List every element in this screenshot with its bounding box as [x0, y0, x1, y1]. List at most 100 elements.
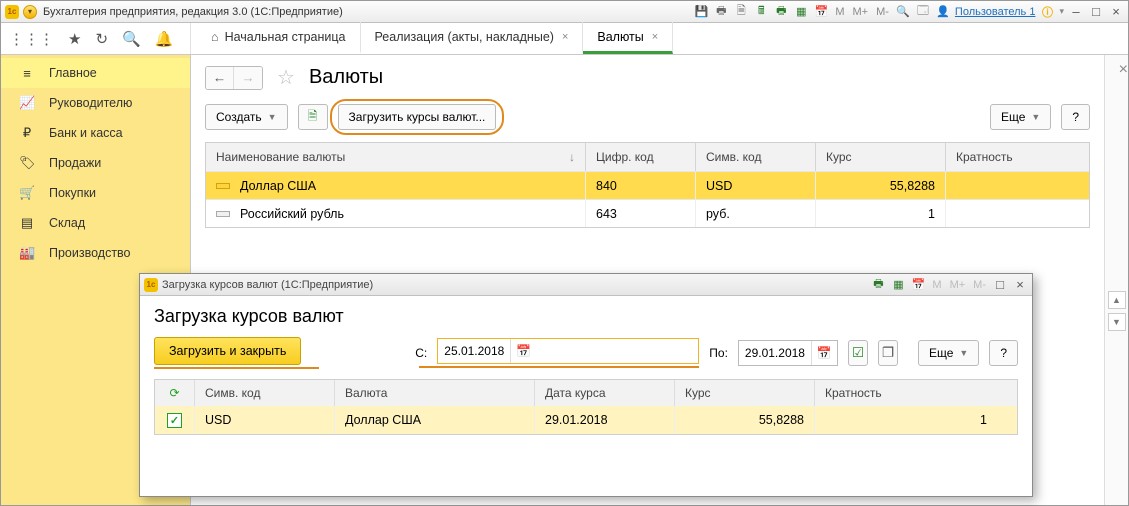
tab-home[interactable]: ⌂ Начальная страница: [197, 22, 361, 54]
doc-icon[interactable]: 🗎: [733, 4, 749, 20]
user-icon: 👤: [935, 4, 951, 20]
memory-m[interactable]: M: [833, 6, 846, 18]
dcell-cur: Доллар США: [335, 406, 535, 434]
copy-button[interactable]: ❐: [878, 340, 898, 366]
home-icon: ⌂: [211, 30, 219, 44]
cell-mult: [946, 200, 1089, 227]
zoom-icon[interactable]: 🔍: [895, 4, 911, 20]
refresh-icon[interactable]: ⟳: [169, 386, 179, 400]
page-close-icon[interactable]: ×: [1119, 61, 1128, 79]
print2-icon[interactable]: 🖶: [773, 4, 789, 20]
cell-numcode: 643: [586, 200, 696, 227]
sidebar-item-label: Руководителю: [49, 96, 132, 110]
col-rate[interactable]: Курс: [816, 143, 946, 171]
dcell-date: 29.01.2018: [535, 406, 675, 434]
dcol-cur[interactable]: Валюта: [335, 380, 535, 406]
menu-dropdown-icon[interactable]: ▾: [23, 5, 37, 19]
col-name[interactable]: Наименование валюты↓: [206, 143, 586, 171]
menu-icon: ≡: [19, 66, 35, 81]
favorite-icon[interactable]: ☆: [277, 65, 295, 90]
sidebar-item-manager[interactable]: 📈 Руководителю: [1, 88, 190, 118]
star-icon[interactable]: ★: [68, 30, 81, 48]
more-button-label: Еще: [1001, 110, 1025, 124]
bell-icon[interactable]: 🔔: [155, 30, 174, 48]
dcol-mult[interactable]: Кратность: [815, 380, 1017, 406]
calendar-icon[interactable]: 📅: [510, 339, 536, 363]
sidebar-item-sales[interactable]: 🏷Продажи: [1, 148, 190, 178]
sidebar-item-label: Склад: [49, 216, 85, 230]
dialog-window-title: Загрузка курсов валют (1С:Предприятие): [162, 279, 373, 291]
sidebar-item-purchases[interactable]: 🛒Покупки: [1, 178, 190, 208]
close-button[interactable]: ×: [1108, 4, 1124, 19]
nav-forward-button[interactable]: →: [234, 67, 262, 89]
sidebar-item-warehouse[interactable]: ▤Склад: [1, 208, 190, 238]
search-icon[interactable]: 🔍: [122, 30, 141, 48]
col-numcode[interactable]: Цифр. код: [586, 143, 696, 171]
save-icon[interactable]: 💾: [693, 4, 709, 20]
refresh-button[interactable]: 🗎: [298, 104, 328, 130]
date-from-field[interactable]: 📅: [437, 338, 699, 364]
dialog-more-button[interactable]: Еще▼: [918, 340, 979, 366]
nav-back-button[interactable]: ←: [206, 67, 234, 89]
dcol-sym[interactable]: Симв. код: [195, 380, 335, 406]
info-icon[interactable]: ⓘ: [1039, 4, 1055, 20]
more-button[interactable]: Еще ▼: [990, 104, 1051, 130]
print-icon[interactable]: 🖶: [870, 277, 886, 293]
rates-row[interactable]: ✓ USD Доллар США 29.01.2018 55,8288 1: [155, 406, 1017, 434]
window-icon[interactable]: 🗔: [915, 4, 931, 20]
cell-symcode: USD: [696, 172, 816, 199]
memory-mplus: M+: [948, 279, 968, 291]
dialog-maximize-button[interactable]: □: [992, 277, 1008, 292]
chevron-down-icon: ▼: [1031, 112, 1040, 122]
window-title: Бухгалтерия предприятия, редакция 3.0 (1…: [43, 6, 343, 18]
dialog-close-button[interactable]: ×: [1012, 277, 1028, 292]
print-icon[interactable]: 🖶: [713, 4, 729, 20]
cell-name: Российский рубль: [240, 207, 344, 221]
check-icon[interactable]: ✓: [167, 413, 182, 428]
minimize-button[interactable]: –: [1068, 4, 1084, 19]
history-icon[interactable]: ↻: [95, 30, 108, 48]
memory-mminus[interactable]: M-: [874, 6, 891, 18]
cell-rate: 1: [816, 200, 946, 227]
table-row[interactable]: Доллар США 840 USD 55,8288: [206, 171, 1089, 199]
date-from-input[interactable]: [438, 339, 510, 363]
load-rates-button[interactable]: Загрузить курсы валют...: [338, 104, 497, 130]
calc-icon[interactable]: 🖩: [753, 4, 769, 20]
check-all-button[interactable]: ☑: [848, 340, 868, 366]
col-symcode[interactable]: Симв. код: [696, 143, 816, 171]
chart-icon: 📈: [19, 95, 35, 111]
sidebar-item-bank[interactable]: ₽Банк и касса: [1, 118, 190, 148]
table-icon[interactable]: ▦: [890, 277, 906, 293]
currency-icon: [216, 211, 230, 217]
dialog-help-button[interactable]: ?: [989, 340, 1018, 366]
tag-icon: 🏷: [19, 155, 35, 171]
tab-realization[interactable]: Реализация (акты, накладные) ×: [361, 22, 584, 54]
date-to-input[interactable]: [739, 341, 811, 365]
calendar-icon[interactable]: 📅: [811, 341, 837, 365]
tab-realization-close-icon[interactable]: ×: [562, 31, 568, 43]
table-row[interactable]: Российский рубль 643 руб. 1: [206, 199, 1089, 227]
load-and-close-button[interactable]: Загрузить и закрыть: [154, 337, 301, 365]
scroll-down-icon[interactable]: ▼: [1108, 313, 1126, 331]
user-link[interactable]: Пользователь 1: [955, 6, 1036, 18]
dcol-date[interactable]: Дата курса: [535, 380, 675, 406]
sidebar-item-production[interactable]: 🏭Производство: [1, 238, 190, 268]
maximize-button[interactable]: □: [1088, 4, 1104, 19]
calendar-icon[interactable]: 📅: [813, 4, 829, 20]
dcol-rate[interactable]: Курс: [675, 380, 815, 406]
date-to-field[interactable]: 📅: [738, 340, 838, 366]
dcell-mult: 1: [815, 406, 1017, 434]
tab-currencies[interactable]: Валюты ×: [583, 22, 673, 54]
create-button[interactable]: Создать▼: [205, 104, 288, 130]
cell-name: Доллар США: [240, 179, 316, 193]
memory-mplus[interactable]: M+: [850, 6, 870, 18]
calendar-icon[interactable]: 📅: [910, 277, 926, 293]
scroll-up-icon[interactable]: ▲: [1108, 291, 1126, 309]
currency-icon: [216, 183, 230, 189]
sidebar-item-main[interactable]: ≡Главное: [1, 58, 190, 88]
table-icon[interactable]: ▦: [793, 4, 809, 20]
col-mult[interactable]: Кратность: [946, 143, 1089, 171]
apps-icon[interactable]: ⋮⋮⋮: [9, 30, 54, 48]
help-button[interactable]: ?: [1061, 104, 1090, 130]
tab-currencies-close-icon[interactable]: ×: [652, 31, 658, 43]
